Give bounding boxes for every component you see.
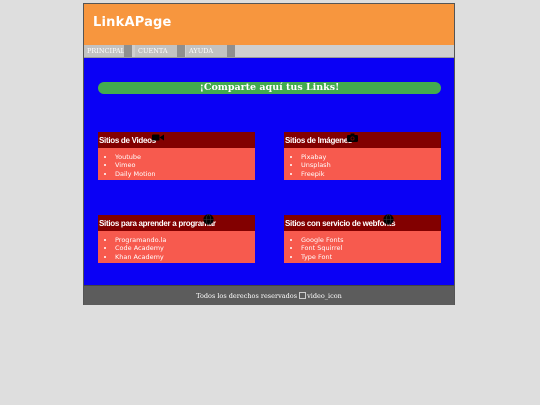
broken-image-icon: [299, 292, 307, 299]
footer: Todos los derechos reservados video_icon: [84, 285, 454, 305]
link-type-font[interactable]: Type Font: [301, 253, 344, 261]
nav-separator: [227, 45, 235, 57]
footer-copyright: Todos los derechos reservados: [196, 292, 298, 300]
card-title: Sitios de Videos: [99, 136, 156, 145]
link-unsplash[interactable]: Unsplash: [301, 161, 331, 169]
link-code-academy[interactable]: Code Academy: [115, 244, 166, 252]
card-title: Sitios para aprender a programar: [99, 219, 216, 228]
nav-separator: [177, 45, 185, 57]
link-vimeo[interactable]: Vimeo: [115, 161, 156, 169]
image-links-list: Pixabay Unsplash Freepik: [284, 153, 331, 178]
link-pixabay[interactable]: Pixabay: [301, 153, 331, 161]
camera-icon: [347, 133, 358, 142]
header: LinkAPage: [84, 4, 454, 45]
card-programming-sites: Sitios para aprender a programar Program…: [98, 214, 255, 263]
site-logo[interactable]: LinkAPage: [93, 15, 172, 30]
nav-bar: PRINCIPAL CUENTA AYUDA: [84, 45, 454, 58]
card-header: Sitios para aprender a programar: [98, 215, 255, 231]
link-font-squirrel[interactable]: Font Squirrel: [301, 244, 344, 252]
link-freepik[interactable]: Freepik: [301, 170, 331, 178]
nav-separator: [124, 45, 132, 57]
card-header: Sitios con servicio de webfonts: [284, 215, 441, 231]
globe-icon: [203, 214, 214, 225]
footer-image-alt: video_icon: [307, 292, 342, 300]
link-daily-motion[interactable]: Daily Motion: [115, 170, 156, 178]
programming-links-list: Programando.la Code Academy Khan Academy: [98, 236, 166, 261]
page-container: LinkAPage PRINCIPAL CUENTA AYUDA ¡Compar…: [83, 3, 455, 305]
nav-item-cuenta[interactable]: CUENTA: [135, 45, 177, 57]
video-links-list: Youtube Vimeo Daily Motion: [98, 153, 156, 178]
video-camera-icon: [152, 134, 164, 141]
link-programando-la[interactable]: Programando.la: [115, 236, 166, 244]
card-video-sites: Sitios de Videos Youtube Vimeo Daily Mot…: [98, 132, 255, 180]
card-webfont-sites: Sitios con servicio de webfonts Google F…: [284, 214, 441, 263]
globe-icon: [383, 214, 394, 225]
link-youtube[interactable]: Youtube: [115, 153, 156, 161]
nav-item-ayuda[interactable]: AYUDA: [186, 45, 227, 57]
card-title: Sitios con servicio de webfonts: [285, 219, 396, 228]
card-header: Sitios de Imágenes: [284, 132, 441, 148]
link-khan-academy[interactable]: Khan Academy: [115, 253, 166, 261]
nav-item-principal[interactable]: PRINCIPAL: [84, 45, 125, 57]
link-google-fonts[interactable]: Google Fonts: [301, 236, 344, 244]
card-title: Sitios de Imágenes: [285, 136, 353, 145]
card-image-sites: Sitios de Imágenes Pixabay Unsplash Free…: [284, 132, 441, 180]
share-links-banner: ¡Comparte aquí tus Links!: [98, 82, 441, 94]
card-header: Sitios de Videos: [98, 132, 255, 148]
webfont-links-list: Google Fonts Font Squirrel Type Font: [284, 236, 344, 261]
